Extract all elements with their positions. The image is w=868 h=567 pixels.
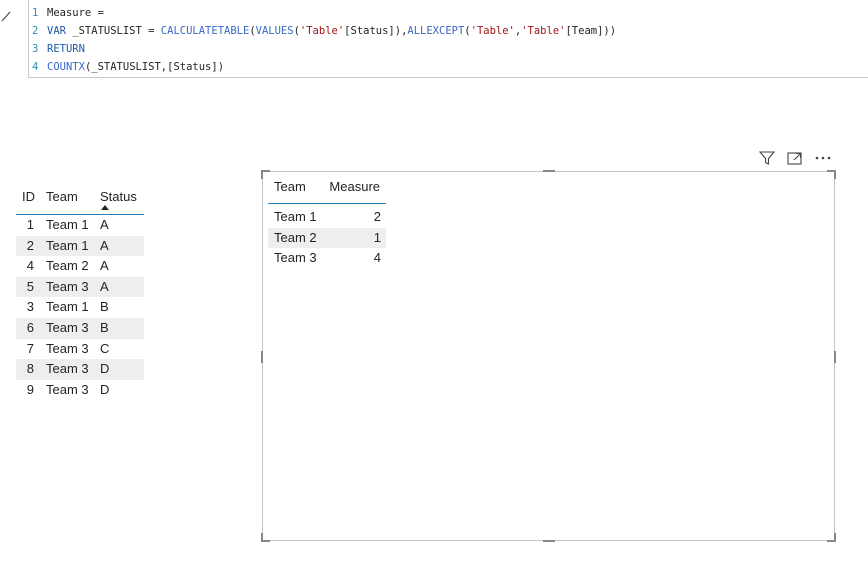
- measure-table: Team Measure Team 1 2 Team 2 1 Team 3 4: [268, 176, 386, 269]
- column-header-team[interactable]: Team: [274, 179, 306, 194]
- cell-id: 8: [26, 361, 34, 377]
- line-number: 2: [32, 25, 39, 37]
- line-number: 3: [32, 43, 39, 55]
- cell-measure: 2: [373, 209, 381, 224]
- cell-team: Team 2: [46, 258, 89, 274]
- cell-id: 7: [26, 340, 34, 356]
- code-text: RETURN: [47, 40, 85, 58]
- resize-handle-right[interactable]: [834, 351, 836, 363]
- cell-status: D: [100, 361, 110, 377]
- table-row[interactable]: 2 Team 1 A: [16, 235, 144, 257]
- code-token: [Status]),: [344, 25, 408, 37]
- cell-team: Team 2: [274, 229, 317, 245]
- code-text: VAR _STATUSLIST = CALCULATETABLE(VALUES(…: [47, 22, 616, 40]
- code-token: RETURN: [47, 43, 85, 55]
- resize-corner-bottom-left[interactable]: [261, 533, 270, 542]
- column-header-measure[interactable]: Measure: [329, 179, 380, 194]
- cell-status: B: [100, 299, 109, 315]
- code-token: (_STATUSLIST,[Status]): [84, 61, 225, 73]
- visual-header: [758, 150, 838, 166]
- status-table: ID Team Status 1 Team 1 A 2 Team 1 A 4 Team 2A5…: [16, 188, 144, 400]
- filter-icon[interactable]: [758, 150, 776, 166]
- table-row[interactable]: Team 3 4: [268, 248, 386, 269]
- cell-id: 9: [26, 381, 34, 397]
- column-header-id[interactable]: ID: [22, 189, 35, 204]
- cell-team: Team 1: [46, 237, 89, 253]
- table-row[interactable]: 7 Team 3 C: [16, 339, 144, 360]
- cell-id: 3: [26, 299, 34, 315]
- cell-status: A: [100, 278, 109, 294]
- table-row[interactable]: Team 2 1: [268, 227, 386, 249]
- code-token: 'Table': [299, 25, 345, 37]
- code-text: COUNTX(_STATUSLIST,[Status]): [47, 58, 224, 76]
- code-token: [Team])): [565, 25, 617, 37]
- table-row[interactable]: 1 Team 1 A: [16, 215, 144, 236]
- table-row[interactable]: 3 Team 1 B: [16, 297, 144, 318]
- code-token: 'Table': [470, 25, 515, 37]
- commit-check-icon[interactable]: [0, 4, 26, 24]
- column-header-status[interactable]: Status: [100, 189, 137, 204]
- resize-handle-left[interactable]: [261, 351, 263, 363]
- cell-status: B: [100, 319, 109, 335]
- sort-ascending-icon[interactable]: [101, 205, 109, 210]
- code-token: 'Table': [521, 25, 566, 37]
- cell-team: Team 3: [46, 381, 89, 397]
- code-token: ALLEXCEPT: [407, 25, 465, 37]
- code-token: VAR: [47, 25, 66, 37]
- cell-status: C: [100, 340, 110, 356]
- table-row[interactable]: 5 Team 3 A: [16, 276, 144, 298]
- cell-status: D: [100, 381, 110, 397]
- column-header-team[interactable]: Team: [46, 189, 78, 204]
- table-header: Team Measure: [268, 176, 386, 204]
- cell-id: 4: [26, 258, 34, 274]
- cell-id: 5: [26, 278, 34, 294]
- code-text: Measure =: [47, 4, 104, 22]
- cell-measure: 1: [373, 229, 381, 245]
- cell-team: Team 1: [46, 299, 89, 315]
- focus-mode-icon[interactable]: [786, 150, 804, 166]
- cell-team: Team 3: [46, 361, 89, 377]
- table-row[interactable]: 9 Team 3 D: [16, 380, 144, 401]
- cell-team: Team 1: [46, 217, 89, 232]
- code-token: VALUES: [255, 25, 294, 37]
- resize-handle-top[interactable]: [543, 170, 555, 172]
- table-header: ID Team Status: [16, 188, 144, 215]
- cell-status: A: [100, 217, 109, 232]
- resize-handle-bottom[interactable]: [543, 540, 555, 542]
- cell-measure: 4: [373, 250, 381, 266]
- cell-status: A: [100, 258, 109, 274]
- cell-team: Team 1: [274, 209, 317, 224]
- formula-editor[interactable]: 1 Measure = 2 VAR _STATUSLIST = CALCULATETA…: [28, 0, 868, 78]
- resize-corner-bottom-right[interactable]: [827, 533, 836, 542]
- resize-corner-top-right[interactable]: [827, 170, 836, 179]
- more-options-icon[interactable]: [814, 150, 832, 166]
- table-row[interactable]: 4 Team 2 A: [16, 256, 144, 277]
- code-token: COUNTX: [47, 61, 85, 73]
- code-token: _STATUSLIST =: [65, 25, 161, 37]
- table-row[interactable]: 6 Team 3 B: [16, 317, 144, 339]
- cell-team: Team 3: [46, 319, 89, 335]
- cell-team: Team 3: [46, 340, 89, 356]
- line-number: 1: [32, 7, 39, 19]
- cell-id: 2: [26, 237, 34, 253]
- table-row[interactable]: Team 1 2: [268, 207, 386, 228]
- code-token: Measure =: [47, 7, 104, 19]
- cell-team: Team 3: [46, 278, 89, 294]
- table-row[interactable]: 8 Team 3 D: [16, 359, 144, 380]
- cell-id: 6: [26, 319, 34, 335]
- cell-status: A: [100, 237, 109, 253]
- cell-id: 1: [26, 217, 34, 232]
- code-token: CALCULATETABLE: [160, 25, 250, 37]
- line-number: 4: [32, 61, 39, 73]
- cell-team: Team 3: [274, 250, 317, 266]
